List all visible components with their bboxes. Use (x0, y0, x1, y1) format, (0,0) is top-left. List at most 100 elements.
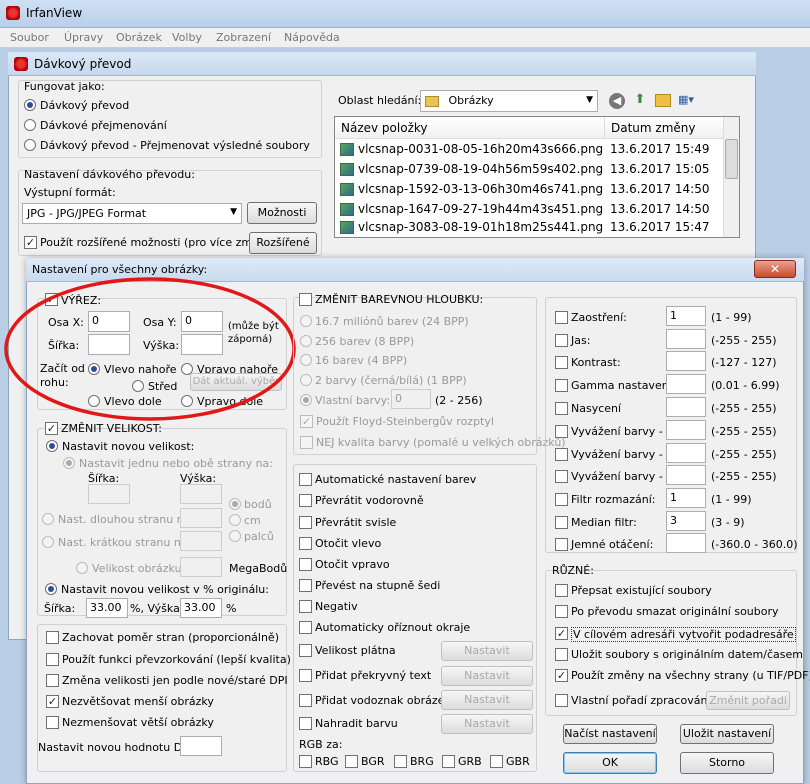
adjust-checkbox[interactable] (555, 356, 568, 372)
one-or-both-radio[interactable] (63, 457, 75, 472)
misc-checkbox[interactable] (555, 694, 568, 710)
checkbox-checked[interactable]: ✓ (555, 627, 568, 640)
checkbox-unchecked[interactable] (555, 516, 568, 529)
work-as-option-3[interactable] (24, 139, 36, 154)
up-folder-icon[interactable]: ⬆ (632, 92, 648, 108)
checkbox-unchecked[interactable] (555, 584, 568, 597)
checkbox-unchecked[interactable] (394, 755, 407, 768)
adjust-checkbox[interactable] (555, 379, 568, 395)
checkbox-unchecked[interactable] (299, 293, 312, 306)
advanced-button[interactable]: Rozšířené (249, 232, 317, 254)
rgb-grb-checkbox[interactable] (442, 755, 455, 771)
set-new-size-radio[interactable] (46, 440, 58, 455)
work-as-option-2[interactable] (24, 119, 36, 134)
depth-custom-radio[interactable] (300, 394, 312, 409)
checkbox-checked[interactable]: ✓ (24, 236, 37, 249)
close-button[interactable]: ✕ (754, 260, 796, 278)
checkbox-unchecked[interactable] (555, 402, 568, 415)
checkbox-unchecked[interactable] (299, 669, 312, 682)
crop-x-input[interactable]: 0 (88, 311, 130, 332)
file-list-scrollbar[interactable] (723, 117, 739, 237)
unit-inch-radio[interactable] (229, 530, 241, 545)
dpi-input[interactable] (180, 736, 222, 756)
radio-on[interactable] (88, 363, 100, 375)
dpi-resize-checkbox[interactable] (46, 674, 59, 690)
adjust-checkbox[interactable] (555, 470, 568, 486)
radio-off[interactable] (42, 536, 54, 548)
checkbox-unchecked[interactable] (555, 538, 568, 551)
radio-on[interactable] (229, 498, 241, 510)
radio-off[interactable] (300, 335, 312, 347)
corner-bottom-left-radio[interactable] (88, 395, 100, 410)
adjust-checkbox[interactable] (555, 334, 568, 350)
checkbox-checked[interactable]: ✓ (45, 293, 58, 306)
checkbox-unchecked[interactable] (299, 600, 312, 613)
overlay-text-set-button[interactable]: Nastavit (441, 666, 533, 686)
adjust-checkbox[interactable] (555, 538, 568, 554)
corner-bottom-right-radio[interactable] (181, 395, 193, 410)
checkbox-unchecked[interactable] (299, 473, 312, 486)
resize-height-input[interactable] (180, 484, 222, 504)
checkbox-unchecked[interactable] (299, 494, 312, 507)
file-row[interactable]: vlcsnap-3083-08-19-01h18m25s441.png 13.6.… (338, 218, 722, 238)
radio-on[interactable] (63, 457, 75, 469)
rgb-rbg-checkbox[interactable] (299, 755, 312, 771)
unit-pixels-radio[interactable] (229, 498, 241, 513)
change-order-button[interactable]: Změnit pořadí (706, 691, 790, 710)
adjust-input[interactable] (666, 397, 706, 417)
file-row[interactable]: vlcsnap-1592-03-13-06h30m46s741.png 13.6.… (338, 180, 722, 200)
radio-off[interactable] (229, 530, 241, 542)
adjust-checkbox[interactable] (555, 425, 568, 441)
radio-off[interactable] (24, 119, 36, 131)
replace-color-set-button[interactable]: Nastavit (441, 714, 533, 734)
checkbox-unchecked[interactable] (46, 674, 59, 687)
checkbox-checked[interactable]: ✓ (46, 695, 59, 708)
column-date-header[interactable]: Datum změny (605, 117, 723, 139)
checkbox-unchecked[interactable] (299, 579, 312, 592)
radio-off[interactable] (42, 513, 54, 525)
adjust-input[interactable]: 1 (666, 306, 706, 326)
current-selection-button[interactable]: Dát aktuál. výběr (190, 373, 282, 391)
flip-vertical-checkbox[interactable] (299, 516, 312, 532)
adjust-input[interactable]: 1 (666, 488, 706, 508)
rotate-right-checkbox[interactable] (299, 558, 312, 574)
resize-checkbox[interactable]: ✓ (45, 422, 58, 435)
adjust-input[interactable]: 3 (666, 511, 706, 531)
corner-top-left-radio[interactable] (88, 363, 100, 378)
rotate-left-checkbox[interactable] (299, 537, 312, 553)
no-shrink-checkbox[interactable] (46, 716, 59, 732)
adjust-input[interactable] (666, 351, 706, 371)
checkbox-unchecked[interactable] (555, 379, 568, 392)
depth-8-radio[interactable] (300, 335, 312, 350)
watermark-set-button[interactable]: Nastavit (441, 690, 533, 710)
checkbox-unchecked[interactable] (555, 605, 568, 618)
radio-on[interactable] (46, 440, 58, 452)
adjust-checkbox[interactable] (555, 448, 568, 464)
depth-1-radio[interactable] (300, 374, 312, 389)
misc-checkbox[interactable] (555, 584, 568, 600)
back-icon[interactable]: ◀ (609, 93, 625, 109)
adjust-input[interactable] (666, 420, 706, 440)
adjust-input[interactable] (666, 374, 706, 394)
radio-off[interactable] (300, 315, 312, 327)
checkbox-unchecked[interactable] (555, 311, 568, 324)
auto-color-checkbox[interactable] (299, 473, 312, 489)
menu-obrazek[interactable]: Obrázek (116, 31, 162, 44)
auto-crop-checkbox[interactable] (299, 621, 312, 637)
checkbox-unchecked[interactable] (555, 356, 568, 369)
corner-center-radio[interactable] (132, 380, 144, 395)
radio-off[interactable] (132, 380, 144, 392)
radio-off[interactable] (181, 395, 193, 407)
ok-button[interactable]: OK (563, 752, 657, 774)
radio-on[interactable] (24, 99, 36, 111)
misc-checkbox[interactable]: ✓ (555, 627, 568, 640)
floyd-checkbox[interactable]: ✓ (300, 415, 313, 428)
unit-cm-radio[interactable] (229, 514, 241, 529)
radio-on[interactable] (300, 394, 312, 406)
misc-checkbox[interactable] (555, 648, 568, 664)
advanced-checkbox[interactable]: ✓ (24, 236, 37, 249)
canvas-size-checkbox[interactable] (299, 644, 312, 660)
rgb-bgr-checkbox[interactable] (345, 755, 358, 771)
menu-soubor[interactable]: Soubor (10, 31, 49, 44)
rgb-brg-checkbox[interactable] (394, 755, 407, 771)
